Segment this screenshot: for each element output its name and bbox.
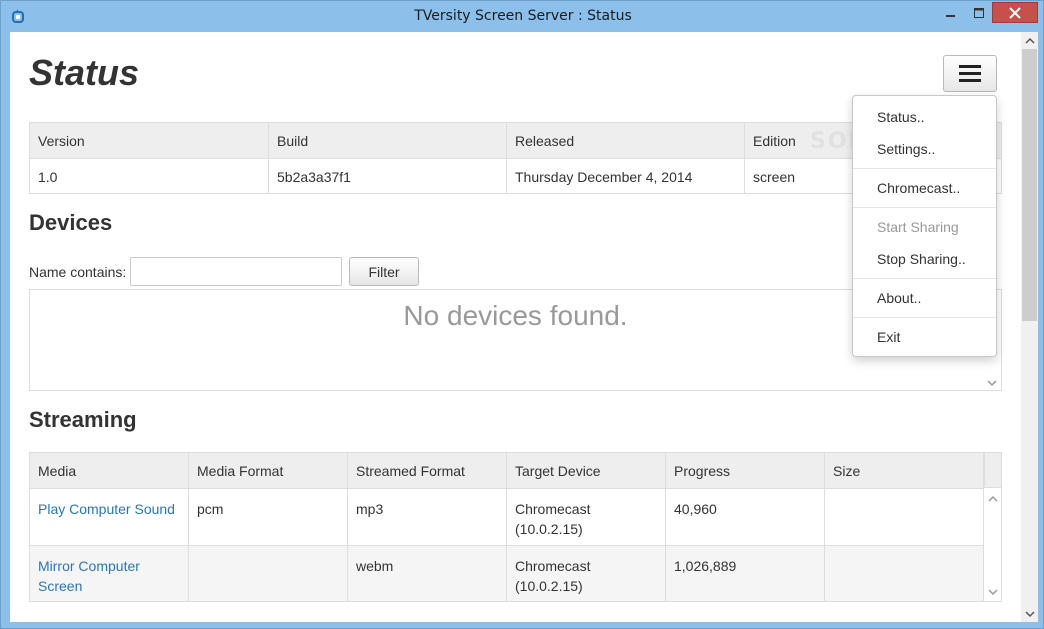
scrollbar-thumb[interactable] [1022,49,1037,321]
chevron-up-icon [1024,37,1035,44]
chevron-down-icon[interactable] [987,378,997,388]
window-vertical-scrollbar[interactable] [1021,32,1038,622]
chevron-down-icon [1024,610,1035,617]
menu-divider [853,278,996,279]
menu-item-about[interactable]: About.. [877,290,921,306]
column-header-released: Released [506,122,745,159]
media-cell: Play Computer Sound [30,488,189,546]
streaming-table: Media Media Format Streamed Format Targe… [30,453,984,601]
title-bar[interactable]: TVersity Screen Server : Status [1,1,1044,32]
devices-heading: Devices [29,210,113,235]
target-device-name: Chromecast [515,501,591,517]
build-value: 5b2a3a37f1 [268,158,507,194]
column-header-media: Media [30,453,189,489]
window-title: TVersity Screen Server : Status [414,8,632,24]
media-link-play-computer-sound[interactable]: Play Computer Sound [38,501,175,517]
streaming-table-scrollbar[interactable] [984,488,1001,601]
version-value: 1.0 [29,158,269,194]
target-device-cell: Chromecast (10.0.2.15) [506,545,666,601]
menu-item-start-sharing: Start Sharing [877,219,959,235]
column-header-progress: Progress [665,453,825,489]
table-row: Mirror Computer Screen webm Chromecast (… [30,545,984,601]
progress-cell: 1,026,889 [665,545,825,601]
filter-button[interactable]: Filter [349,257,419,286]
scroll-up-button[interactable] [1021,32,1038,49]
page-content: Status Version Build Released Edition 1.… [10,32,1021,622]
chevron-down-icon[interactable] [988,587,998,597]
size-cell [824,488,984,546]
minimize-button[interactable] [936,2,965,23]
media-link-text: Play Computer Sound [38,501,175,517]
menu-item-settings[interactable]: Settings.. [877,141,935,157]
page-title: Status [29,52,140,93]
device-name-filter-input[interactable] [130,257,342,286]
media-format-cell: pcm [188,488,348,546]
maximize-button[interactable] [965,2,992,23]
column-header-build: Build [268,122,507,159]
media-link-mirror-computer-screen[interactable]: Mirror Computer Screen [38,556,180,596]
streamed-format-cell: webm [347,545,507,601]
filter-label: Name contains: [29,264,127,280]
maximize-icon [973,7,984,18]
target-device-name: Chromecast [515,558,591,574]
close-button[interactable] [992,2,1038,23]
hamburger-menu-icon [959,64,981,82]
target-device-cell: Chromecast (10.0.2.15) [506,488,666,546]
menu-item-chromecast[interactable]: Chromecast.. [877,180,960,196]
streaming-table-container: Media Media Format Streamed Format Targe… [29,452,1002,602]
chevron-up-icon[interactable] [988,494,998,504]
menu-item-exit[interactable]: Exit [877,329,900,345]
media-format-cell [188,545,348,601]
menu-button[interactable] [943,55,997,92]
menu-item-stop-sharing[interactable]: Stop Sharing.. [877,251,966,267]
released-value: Thursday December 4, 2014 [506,158,745,194]
column-header-version: Version [29,122,269,159]
table-row: Play Computer Sound pcm mp3 Chromecast (… [30,488,984,546]
size-cell [824,545,984,601]
menu-item-status[interactable]: Status.. [877,109,924,125]
menu-divider [853,317,996,318]
streaming-table-header: Media Media Format Streamed Format Targe… [30,453,984,489]
streaming-heading: Streaming [29,407,137,432]
progress-cell: 40,960 [665,488,825,546]
table-header-filler [984,453,1001,488]
menu-divider [853,168,996,169]
media-cell: Mirror Computer Screen [30,545,189,601]
app-window: TVersity Screen Server : Status Status V… [0,0,1044,629]
column-header-streamed-format: Streamed Format [347,453,507,489]
media-link-text: Mirror Computer [38,558,140,574]
column-header-target-device: Target Device [506,453,666,489]
target-device-address: (10.0.2.15) [515,578,583,594]
menu-divider [853,207,996,208]
target-device-address: (10.0.2.15) [515,521,583,537]
main-menu-dropdown: Status.. Settings.. Chromecast.. Start S… [852,95,997,357]
minimize-icon [945,14,955,17]
streamed-format-cell: mp3 [347,488,507,546]
close-icon [1009,6,1021,19]
media-link-text-line2: Screen [38,578,83,594]
scroll-down-button[interactable] [1021,605,1038,622]
column-header-media-format: Media Format [188,453,348,489]
column-header-size: Size [824,453,984,489]
